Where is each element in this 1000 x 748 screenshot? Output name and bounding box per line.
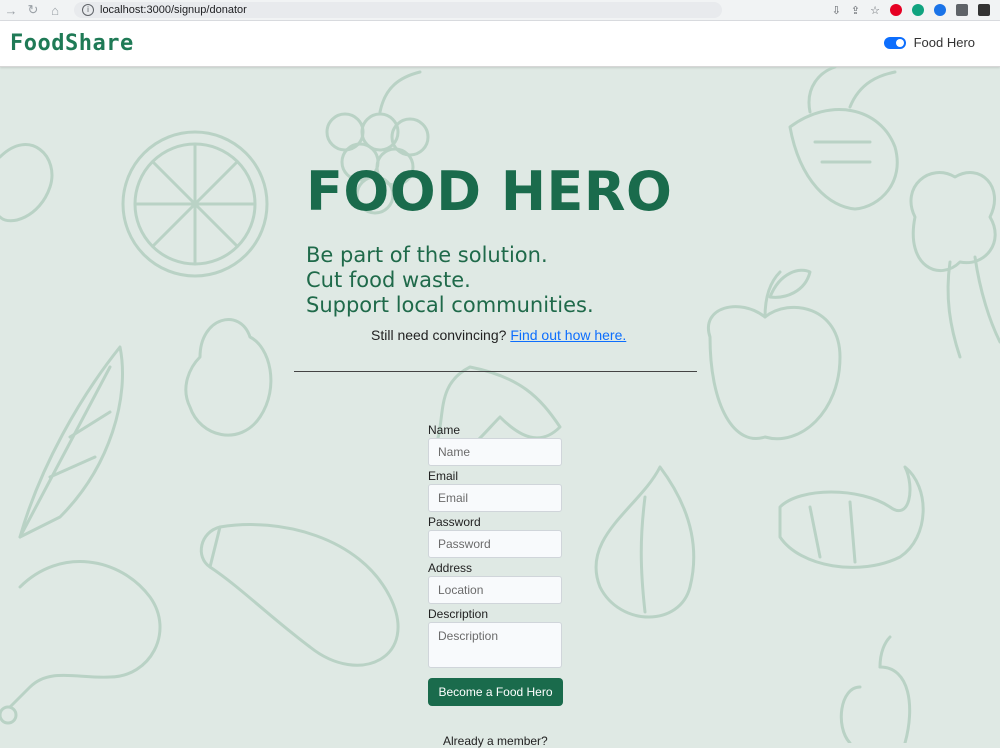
description-label: Description: [428, 607, 489, 621]
address-bar[interactable]: i localhost:3000/signup/donator: [74, 2, 722, 18]
signup-form: Name Email Password Address Description …: [428, 421, 568, 706]
description-textarea[interactable]: [428, 622, 562, 668]
apple-icon: [706, 268, 842, 441]
password-input[interactable]: [428, 530, 562, 558]
role-label: Food Hero: [913, 35, 975, 50]
tagline-line: Be part of the solution.: [306, 243, 548, 267]
reload-icon[interactable]: ↻: [22, 2, 44, 18]
share-icon[interactable]: ⇪: [851, 4, 860, 17]
toggle-switch-icon[interactable]: [883, 36, 906, 49]
convince-text: Still need convincing?: [371, 327, 507, 343]
email-input[interactable]: [428, 484, 562, 512]
divider: [294, 371, 697, 372]
y-extension-icon[interactable]: [934, 4, 946, 16]
home-icon[interactable]: ⌂: [44, 3, 66, 18]
install-icon[interactable]: ⇩: [832, 4, 841, 17]
site-info-icon[interactable]: i: [82, 4, 94, 16]
already-member-text: Already a member?: [443, 734, 548, 748]
forward-icon[interactable]: →: [0, 3, 22, 18]
broccoli-icon: [909, 171, 1000, 359]
url-text: localhost:3000/signup/donator: [100, 4, 247, 16]
lemon-slice-icon: [121, 130, 269, 278]
bookmark-star-icon[interactable]: ☆: [870, 4, 880, 17]
become-food-hero-button[interactable]: Become a Food Hero: [428, 678, 563, 706]
password-label: Password: [428, 515, 481, 529]
address-label: Address: [428, 561, 473, 575]
find-out-link[interactable]: Find out how here.: [510, 327, 626, 343]
name-input[interactable]: [428, 438, 562, 466]
eggplant-icon: [199, 523, 400, 667]
browser-toolbar: → ↻ ⌂ i localhost:3000/signup/donator ⇩ …: [0, 0, 1000, 21]
drumstick-icon: [0, 560, 162, 725]
tagline: Be part of the solution. Cut food waste.…: [306, 243, 594, 318]
tagline-line: Support local communities.: [306, 293, 594, 317]
email-label: Email: [428, 469, 459, 483]
pinterest-extension-icon[interactable]: [890, 4, 902, 16]
brand-logo[interactable]: FoodShare: [10, 31, 134, 56]
pear-icon: [184, 318, 273, 437]
grammar-extension-icon[interactable]: [912, 4, 924, 16]
name-label: Name: [428, 423, 461, 437]
app-navbar: FoodShare Food Hero: [0, 21, 1000, 67]
radish-icon: [0, 143, 54, 223]
sidebar-icon[interactable]: [978, 4, 990, 16]
tagline-line: Cut food waste.: [306, 268, 471, 292]
beet-icon: [788, 67, 899, 211]
puzzle-extensions-icon[interactable]: [956, 4, 968, 16]
role-toggle[interactable]: Food Hero: [883, 35, 975, 50]
garlic-icon: [594, 465, 696, 619]
pepper-icon: [839, 635, 912, 743]
leaf-icon: [18, 345, 124, 539]
convince-row: Still need convincing? Find out how here…: [371, 327, 626, 343]
shrimp-icon: [778, 465, 925, 569]
location-input[interactable]: [428, 576, 562, 604]
extension-bar: ⇩ ⇪ ☆: [832, 4, 1000, 17]
page-title: FOOD HERO: [306, 160, 673, 223]
